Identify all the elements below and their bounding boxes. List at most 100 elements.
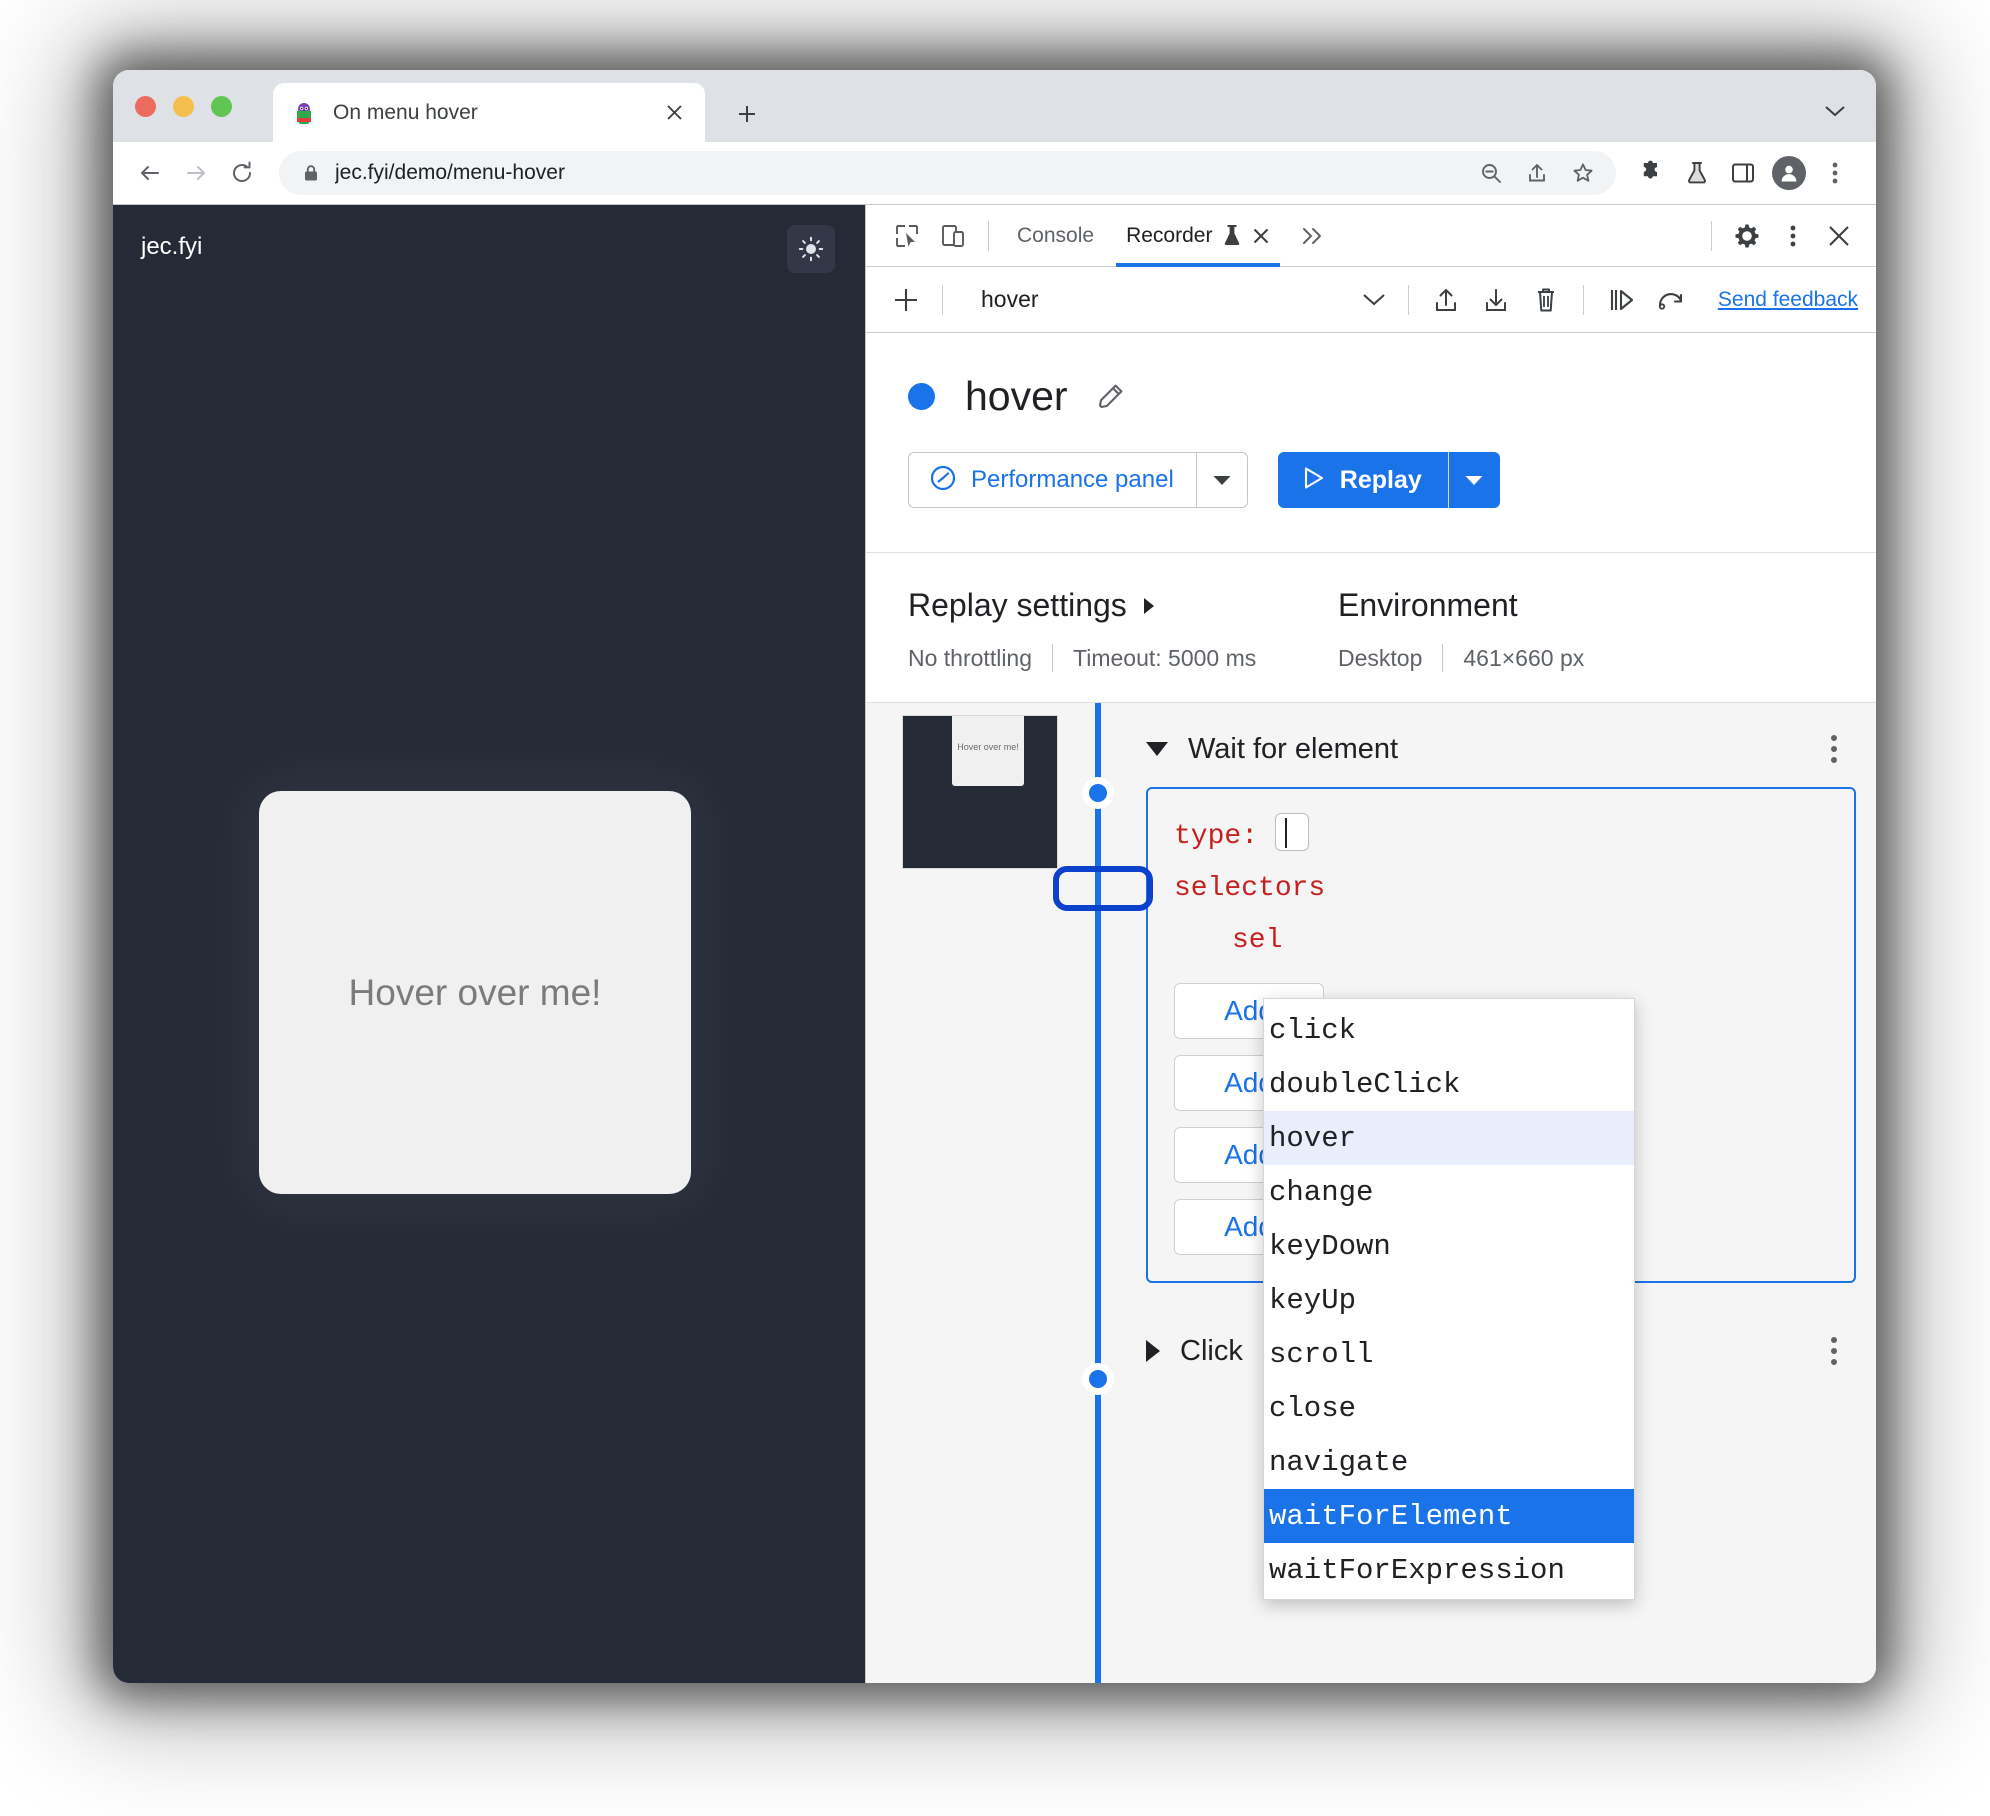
code-key-selectors: selectors — [1174, 873, 1326, 904]
sun-icon[interactable] — [787, 225, 835, 273]
autocomplete-option-click[interactable]: click — [1264, 1003, 1634, 1057]
window-traffic-lights — [135, 96, 232, 117]
replay-button[interactable]: Replay — [1277, 452, 1448, 508]
divider — [1052, 644, 1054, 672]
gear-icon[interactable] — [1724, 213, 1770, 259]
autocomplete-option-change[interactable]: change — [1264, 1165, 1634, 1219]
trash-icon[interactable] — [1521, 275, 1571, 325]
tab-recorder[interactable]: Recorder — [1110, 205, 1286, 267]
replay-split-button: Replay — [1277, 452, 1500, 508]
devtools-tab-bar: Console Recorder — [866, 205, 1876, 267]
performance-panel-button[interactable]: Performance panel — [908, 452, 1196, 508]
double-chevron-right-icon[interactable] — [1286, 227, 1340, 245]
inspect-cursor-icon[interactable] — [884, 213, 930, 259]
autocomplete-option-hover[interactable]: hover — [1264, 1111, 1634, 1165]
code-line-type: type: — [1174, 811, 1828, 863]
device-value: Desktop — [1338, 644, 1423, 671]
replay-caret-icon[interactable] — [1447, 452, 1500, 508]
three-dot-menu-icon[interactable] — [1770, 213, 1816, 259]
recording-action-buttons: Performance panel Replay — [908, 452, 1876, 508]
autocomplete-option-keyUp[interactable]: keyUp — [1264, 1273, 1634, 1327]
chevron-down-icon[interactable] — [1820, 96, 1850, 126]
recording-select-label[interactable]: hover — [981, 286, 1039, 313]
environment-header: Environment — [1338, 587, 1584, 624]
page-viewport: jec.fyi Hover over me! — [113, 205, 865, 1683]
zoom-out-icon[interactable] — [1470, 152, 1512, 194]
close-icon[interactable] — [1816, 213, 1862, 259]
download-icon[interactable] — [1471, 275, 1521, 325]
annotation-highlight-hover — [1053, 866, 1153, 911]
tab-recorder-label: Recorder — [1126, 223, 1213, 247]
autocomplete-option-doubleClick[interactable]: doubleClick — [1264, 1057, 1634, 1111]
pencil-icon[interactable] — [1094, 380, 1128, 414]
three-dot-menu-icon[interactable] — [1812, 150, 1858, 196]
performance-panel-caret-icon[interactable] — [1195, 452, 1248, 508]
add-recording-button[interactable] — [882, 276, 930, 324]
browser-tab[interactable]: On menu hover — [273, 83, 705, 142]
close-window-button[interactable] — [135, 96, 156, 117]
code-key-selector: sel — [1232, 925, 1283, 956]
tab-close-icon[interactable] — [661, 100, 687, 126]
autocomplete-option-scroll[interactable]: scroll — [1264, 1327, 1634, 1381]
code-line-selectors: selectors — [1174, 863, 1828, 915]
side-panel-icon[interactable] — [1720, 150, 1766, 196]
step-header[interactable]: Wait for element — [1146, 723, 1856, 775]
step-node-2 — [1082, 1363, 1114, 1395]
address-bar[interactable]: jec.fyi/demo/menu-hover — [279, 151, 1616, 195]
upload-icon[interactable] — [1421, 275, 1471, 325]
step-title: Click — [1180, 1334, 1243, 1367]
maximize-window-button[interactable] — [211, 96, 232, 117]
autocomplete-option-waitForExpression[interactable]: waitForExpression — [1264, 1543, 1634, 1597]
back-arrow-icon[interactable] — [127, 150, 173, 196]
forward-arrow-icon[interactable] — [173, 150, 219, 196]
star-icon[interactable] — [1562, 152, 1604, 194]
environment-label: Environment — [1338, 587, 1518, 623]
autocomplete-option-waitForElement[interactable]: waitForElement — [1264, 1489, 1634, 1543]
thumbnail-card: Hover over me! — [952, 716, 1024, 786]
device-toggle-icon[interactable] — [930, 213, 976, 259]
new-tab-button[interactable] — [727, 94, 767, 134]
play-icon — [1300, 465, 1326, 496]
flask-icon[interactable] — [1674, 150, 1720, 196]
replay-settings-label: Replay settings — [908, 587, 1127, 623]
divider — [1442, 644, 1444, 672]
caret-right-icon — [1141, 587, 1157, 624]
tab-console[interactable]: Console — [1001, 205, 1110, 267]
text-caret — [1284, 818, 1287, 848]
puzzle-icon[interactable] — [1628, 150, 1674, 196]
share-icon[interactable] — [1516, 152, 1558, 194]
caret-right-icon[interactable] — [1146, 1340, 1160, 1362]
recording-title-row: hover — [908, 373, 1876, 420]
type-autocomplete-dropdown[interactable]: click doubleClick hover change keyDown keyUp s… — [1263, 998, 1635, 1600]
autocomplete-option-navigate[interactable]: navigate — [1264, 1435, 1634, 1489]
code-key-type: type: — [1174, 821, 1259, 852]
viewport-value: 461×660 px — [1463, 644, 1585, 671]
performance-panel-label: Performance panel — [971, 466, 1174, 493]
lock-icon — [301, 163, 321, 183]
omnibox-actions — [1470, 152, 1604, 194]
three-dot-menu-icon[interactable] — [1812, 727, 1856, 771]
chevron-down-icon[interactable] — [1352, 278, 1396, 322]
environment-values: Desktop 461×660 px — [1338, 644, 1584, 672]
tab-recorder-close-icon[interactable] — [1252, 227, 1270, 245]
autocomplete-option-close[interactable]: close — [1264, 1381, 1634, 1435]
step-replay-icon[interactable] — [1596, 275, 1646, 325]
replay-settings-header[interactable]: Replay settings — [908, 587, 1338, 624]
reload-icon[interactable] — [219, 150, 265, 196]
caret-down-icon[interactable] — [1146, 742, 1168, 756]
autocomplete-option-keyDown[interactable]: keyDown — [1264, 1219, 1634, 1273]
url-text: jec.fyi/demo/menu-hover — [335, 161, 565, 184]
replay-settings-column: Replay settings No throttling Timeout: 5… — [908, 587, 1338, 672]
divider — [988, 220, 989, 251]
three-dot-menu-icon[interactable] — [1812, 1329, 1856, 1373]
minimize-window-button[interactable] — [173, 96, 194, 117]
send-feedback-link[interactable]: Send feedback — [1718, 288, 1858, 312]
replay-environment-strip: Replay settings No throttling Timeout: 5… — [866, 552, 1876, 702]
recorder-toolbar: hover Send feedback — [866, 267, 1876, 333]
environment-column: Environment Desktop 461×660 px — [1338, 587, 1584, 672]
type-value-input[interactable] — [1274, 813, 1309, 851]
avatar-icon[interactable] — [1766, 150, 1812, 196]
hover-target-card[interactable]: Hover over me! — [259, 791, 691, 1194]
slow-replay-icon[interactable] — [1646, 275, 1696, 325]
recording-status-dot — [908, 383, 935, 410]
